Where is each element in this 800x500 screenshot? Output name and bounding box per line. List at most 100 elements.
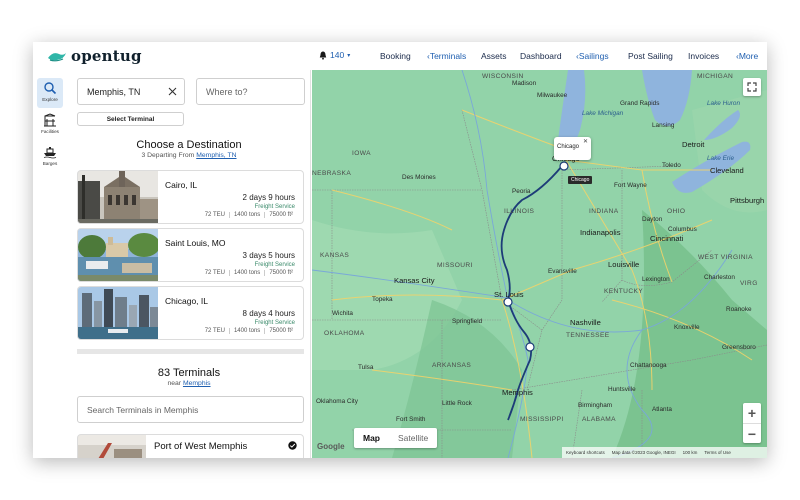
- map-label-toledo: Toledo: [662, 162, 681, 169]
- map-attribution: Keyboard shortcuts Map data ©2023 Google…: [562, 447, 767, 458]
- map-label-louisville: Louisville: [608, 260, 640, 269]
- check-circle-icon[interactable]: [288, 441, 297, 450]
- destination-input[interactable]: Where to?: [196, 78, 305, 105]
- map-label-pittsburgh: Pittsburgh: [730, 196, 765, 205]
- subtitle-prefix: 3 Departing From: [141, 152, 197, 159]
- map-label-roanoke: Roanoke: [726, 306, 752, 313]
- terminal-search-input[interactable]: Search Terminals in Memphis: [77, 396, 304, 423]
- destination-card-chicago[interactable]: Chicago, IL 8 days 4 hours Freight Servi…: [77, 286, 304, 340]
- service-type: Freight Service: [254, 262, 295, 268]
- nav-invoices[interactable]: Invoices: [688, 51, 719, 61]
- rail-item-facilities[interactable]: Facilities: [37, 110, 63, 140]
- notification-count: 140: [330, 50, 345, 60]
- origin-link[interactable]: Memphis, TN: [196, 152, 236, 159]
- area-value: 75000 ft²: [264, 212, 297, 218]
- fullscreen-button[interactable]: [743, 78, 761, 96]
- brand-name: opentug: [71, 47, 142, 65]
- terminal-search-placeholder: Search Terminals in Memphis: [87, 404, 199, 415]
- map-type-map-button[interactable]: Map: [354, 428, 389, 448]
- app-window: opentug 140 ▾ Booking ‹Terminals Assets …: [33, 42, 767, 458]
- origin-input[interactable]: Memphis, TN: [77, 78, 185, 105]
- nav-terminals[interactable]: ‹Terminals: [427, 51, 466, 61]
- nav-sailings[interactable]: ‹Sailings: [576, 51, 609, 61]
- close-icon[interactable]: ✕: [583, 138, 588, 145]
- terminals-near: near Memphis: [67, 380, 310, 387]
- map-label-nashville: Nashville: [570, 318, 601, 327]
- map-label-memphis: Memphis: [502, 388, 533, 397]
- map-label-indianapolis: Indianapolis: [580, 228, 621, 237]
- destination-card-cairo[interactable]: Cairo, IL 2 days 9 hours Freight Service…: [77, 170, 304, 224]
- near-link[interactable]: Memphis: [183, 380, 211, 387]
- search-icon: [44, 82, 57, 95]
- map-label-wichita: Wichita: [332, 310, 353, 317]
- map-label-birmingham: Birmingham: [578, 402, 613, 409]
- select-terminal-button[interactable]: Select Terminal: [77, 112, 184, 126]
- map-label-mississippi: MISSISSIPPI: [520, 416, 564, 423]
- map-label-greensboro: Greensboro: [722, 344, 756, 351]
- map-label-fort-smith: Fort Smith: [396, 416, 426, 423]
- terminal-name: Port of West Memphis: [154, 441, 248, 452]
- map-label-columbus: Columbus: [668, 226, 697, 233]
- teu-value: 72 TEU: [204, 212, 225, 218]
- map-label-huntsville: Huntsville: [608, 386, 636, 393]
- map-label-topeka: Topeka: [372, 296, 393, 303]
- map-label-detroit: Detroit: [682, 140, 705, 149]
- map-label-missouri: MISSOURI: [437, 262, 473, 269]
- rail-label: Barges: [42, 161, 58, 166]
- map-label-cleveland: Cleveland: [710, 166, 744, 175]
- map-label-wisconsin: WISCONSIN: [482, 73, 524, 80]
- destination-card-saint-louis[interactable]: Saint Louis, MO 3 days 5 hours Freight S…: [77, 228, 304, 282]
- rail-item-explore[interactable]: Explore: [37, 78, 63, 108]
- map-label-alabama: ALABAMA: [582, 416, 616, 423]
- map-popup[interactable]: ✕ Chicago: [554, 137, 591, 160]
- destinations-subtitle: 3 Departing From Memphis, TN: [67, 152, 310, 159]
- map-label-virginia: VIRG: [740, 280, 758, 287]
- map-label-chattanooga: Chattanooga: [630, 362, 667, 369]
- port-photo: [78, 435, 146, 458]
- map-label-lake-erie: Lake Erie: [707, 155, 734, 162]
- nav-more[interactable]: ‹More: [736, 51, 758, 61]
- capacity-stats: 72 TEU 1400 tons 75000 ft²: [201, 212, 297, 218]
- map-base: [312, 70, 767, 458]
- keyboard-shortcuts-link[interactable]: Keyboard shortcuts: [566, 450, 605, 455]
- nav-post-sailing[interactable]: Post Sailing: [628, 51, 673, 61]
- section-divider: [77, 349, 304, 354]
- map-label-lansing: Lansing: [652, 122, 675, 129]
- rail-item-barges[interactable]: Barges: [37, 142, 63, 172]
- near-prefix: near: [167, 380, 183, 387]
- notifications-button[interactable]: 140 ▾: [319, 50, 350, 60]
- map-label-st-louis: St. Louis: [494, 290, 524, 299]
- nav-booking[interactable]: Booking: [380, 51, 411, 61]
- map-label-charleston: Charleston: [704, 274, 735, 281]
- teu-value: 72 TEU: [204, 328, 225, 334]
- tons-value: 1400 tons: [228, 212, 264, 218]
- nav-dashboard[interactable]: Dashboard: [520, 51, 562, 61]
- explore-panel: Memphis, TN Where to? Select Terminal Ch…: [67, 70, 311, 458]
- area-value: 75000 ft²: [264, 270, 297, 276]
- map-label-little-rock: Little Rock: [442, 400, 472, 407]
- tugboat-wave-icon: [48, 53, 66, 62]
- map-label-des-moines: Des Moines: [402, 174, 436, 181]
- destination-name: Chicago, IL: [165, 296, 208, 306]
- rail-label: Explore: [42, 97, 58, 102]
- zoom-in-button[interactable]: +: [743, 403, 761, 423]
- capacity-stats: 72 TEU 1400 tons 75000 ft²: [201, 270, 297, 276]
- chevron-down-icon: ▾: [347, 52, 351, 59]
- map-label-ohio: OHIO: [667, 208, 686, 215]
- nav-assets[interactable]: Assets: [481, 51, 507, 61]
- terminals-count-title: 83 Terminals: [157, 367, 221, 379]
- terminal-result-card[interactable]: Port of West Memphis: [77, 434, 304, 458]
- route-map[interactable]: WISCONSIN MICHIGAN IOWA NEBRASKA ILLINOI…: [312, 70, 767, 458]
- map-type-satellite-button[interactable]: Satellite: [389, 428, 437, 448]
- map-label-springfield: Springfield: [452, 318, 483, 325]
- rail-label: Facilities: [41, 129, 59, 134]
- terms-link[interactable]: Terms of Use: [704, 450, 731, 455]
- scale-label: 100 km: [682, 450, 698, 455]
- destinations-header: Choose a Destination: [67, 139, 310, 151]
- close-icon[interactable]: [167, 86, 178, 97]
- destination-duration: 8 days 4 hours: [242, 309, 295, 318]
- map-label-milwaukee: Milwaukee: [537, 92, 568, 99]
- destination-duration: 3 days 5 hours: [242, 251, 295, 260]
- zoom-out-button[interactable]: −: [743, 424, 761, 444]
- logo[interactable]: opentug: [47, 47, 142, 65]
